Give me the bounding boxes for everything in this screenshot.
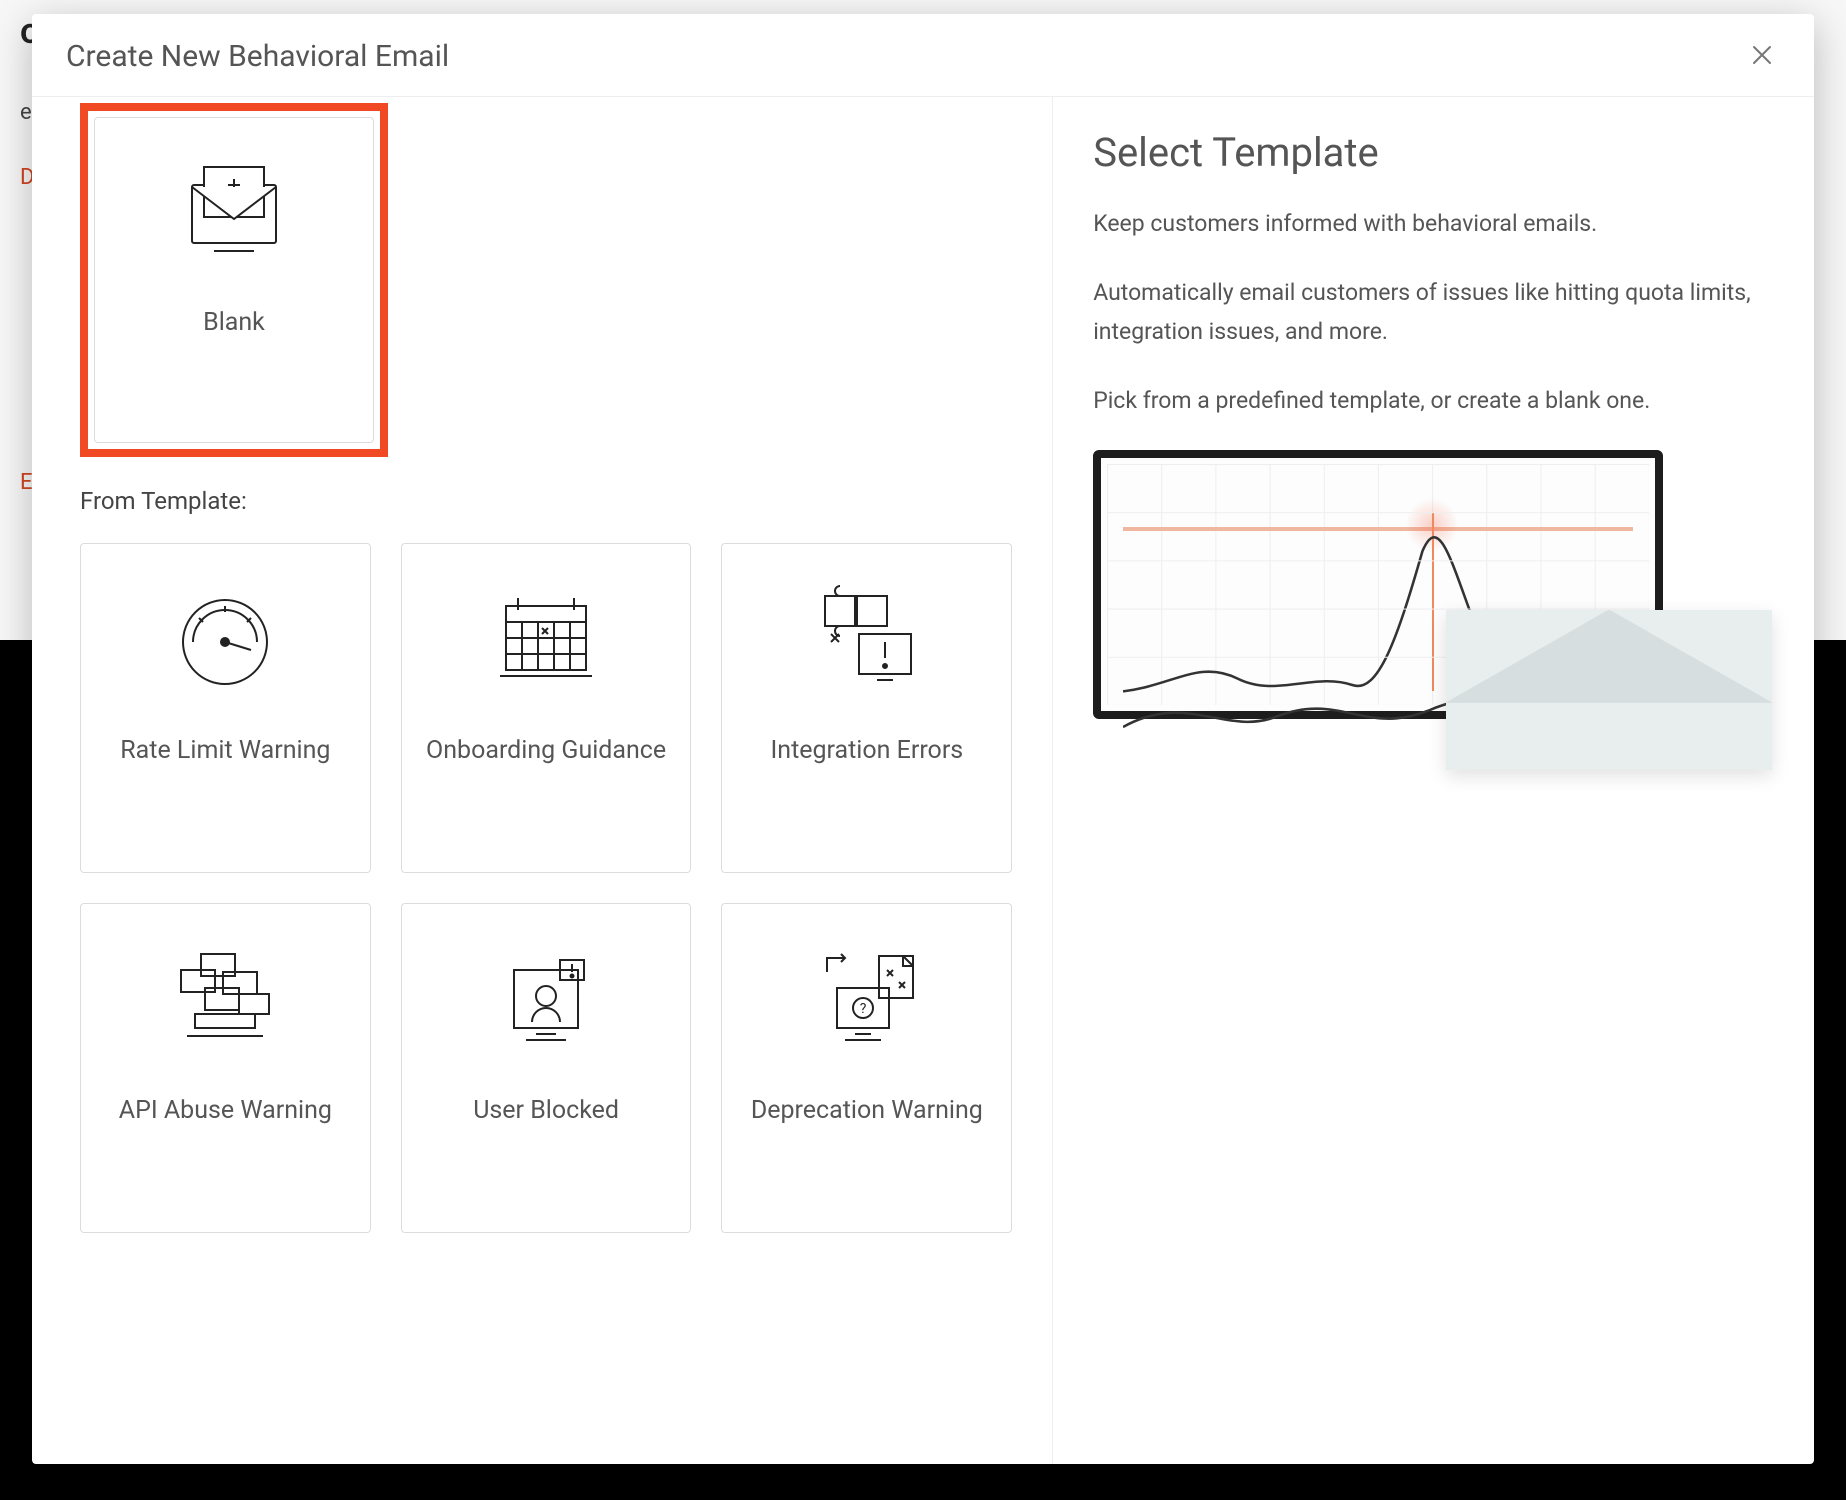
modal-title: Create New Behavioral Email — [66, 39, 449, 74]
close-button[interactable] — [1744, 38, 1780, 74]
template-label: Deprecation Warning — [737, 1094, 997, 1128]
template-label: Rate Limit Warning — [106, 734, 344, 768]
blank-template-highlight: Blank — [80, 103, 388, 457]
template-card[interactable]: Rate Limit Warning — [80, 543, 371, 873]
windows-stack-icon — [165, 942, 285, 1056]
file-migrate-icon: ? — [807, 942, 927, 1056]
template-card-blank[interactable]: Blank — [94, 117, 374, 443]
template-card[interactable]: Onboarding Guidance — [401, 543, 692, 873]
template-label: Integration Errors — [756, 734, 977, 768]
side-panel-title: Select Template — [1093, 129, 1772, 176]
envelope-icon — [1446, 610, 1772, 770]
side-panel-text: Pick from a predefined template, or crea… — [1093, 381, 1772, 420]
template-card[interactable]: API Abuse Warning — [80, 903, 371, 1233]
template-label: User Blocked — [459, 1094, 633, 1128]
close-icon — [1750, 43, 1774, 70]
template-label: API Abuse Warning — [105, 1094, 346, 1128]
template-card[interactable]: User Blocked — [401, 903, 692, 1233]
calendar-icon — [486, 582, 606, 696]
gauge-icon — [165, 582, 285, 696]
user-blocked-icon — [486, 942, 606, 1056]
template-card[interactable]: Integration Errors — [721, 543, 1012, 873]
preview-illustration — [1093, 450, 1772, 770]
from-template-heading: From Template: — [80, 487, 1012, 515]
template-label: Blank — [189, 306, 279, 340]
template-label: Onboarding Guidance — [412, 734, 680, 768]
blank-email-icon — [174, 155, 294, 269]
template-card[interactable]: ? Deprecation Warning — [721, 903, 1012, 1233]
side-panel-text: Automatically email customers of issues … — [1093, 273, 1772, 351]
create-behavioral-email-modal: Create New Behavioral Email — [32, 14, 1814, 1464]
side-panel-text: Keep customers informed with behavioral … — [1093, 204, 1772, 243]
puzzle-alert-icon — [807, 582, 927, 696]
svg-text:?: ? — [860, 1001, 867, 1017]
